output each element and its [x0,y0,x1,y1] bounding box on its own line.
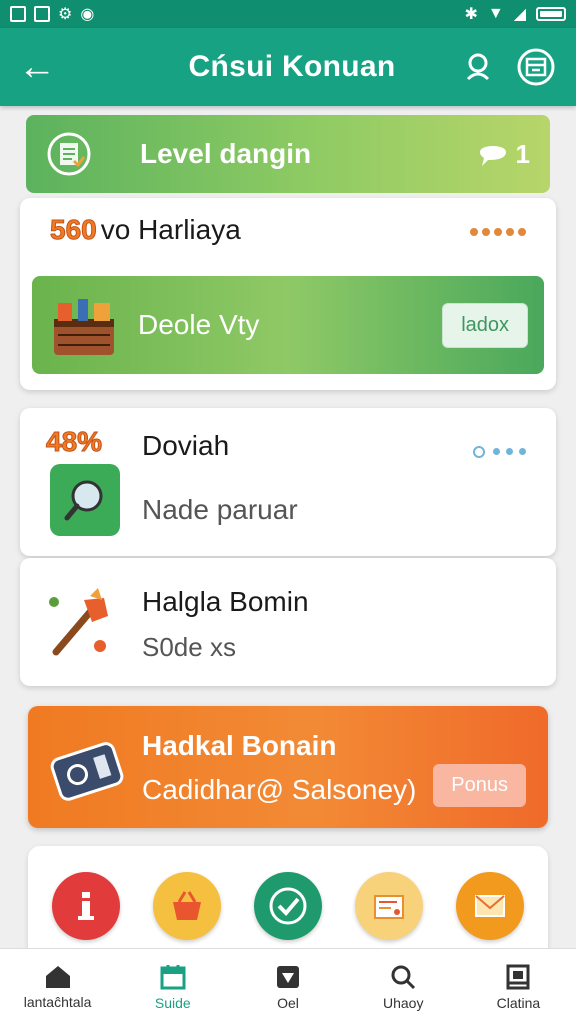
banner-title: Level dangin [140,138,312,169]
card-title: vo Harliaya [100,214,241,245]
nav-item-home[interactable]: lantaĉhtala [0,949,115,1025]
status-bar: ⚙ ◉ ✱ ▼ ◢ [0,0,576,28]
home-icon [45,966,70,988]
percent-tag: 48% [45,426,103,458]
card-subtitle: S0de xs [142,632,236,662]
bonus-promo-card[interactable]: Hadkal Bonain Cadidhar@ Salsoney) Ponus [28,706,548,828]
magnifier-tile [50,464,120,536]
page-title: Cńsui Konuan [188,50,396,83]
card-subtitle: Nade рaruar [142,494,298,525]
signal-icon: ◢ [513,6,526,23]
chat-bubble-icon [479,146,506,166]
torch-icon [49,588,108,656]
gallery-icon [10,6,26,22]
search-button[interactable] [456,45,500,89]
archive-icon [517,48,555,86]
app-bar: ← Cńsui Konuan [0,28,576,106]
nav-item-search[interactable]: Uhaoy [346,949,461,1025]
promo-title: Hadkal Bonain [142,730,337,761]
card-title: Halgla Bomin [142,586,309,617]
feature-card[interactable]: 560 vo Harliaya Deole Vty ladox [20,198,556,390]
nav-label: lantaĉhtala [23,994,92,1010]
card-body: Deole Vty ladox [32,276,544,374]
bottom-nav: lantaĉhtala Suide Oel Uhaoy Clatina [0,948,576,1025]
sync-icon: ◉ [80,6,95,23]
bonus-button[interactable]: Ponus [433,764,526,807]
magnifier-icon [64,480,103,521]
info-icon [78,892,95,920]
settings-icon: ⚙ [58,6,73,23]
ticket-icon [373,895,404,919]
nav-item-badge[interactable]: Oel [230,949,345,1025]
badge-icon [277,966,299,988]
card-action-button[interactable]: ladox [442,302,528,348]
notification-icon [34,6,50,22]
nav-label: Suide [154,995,191,1011]
mail-button[interactable] [455,872,524,940]
mail-icon [474,895,505,917]
body-label: Deole Vty [138,309,260,340]
basket-icon [173,891,202,920]
nav-label: Uhaoy [382,995,424,1011]
nav-label: Oel [277,995,299,1011]
search-icon [391,965,416,990]
item-card[interactable]: Halgla Bomin S0de xs [20,558,556,686]
profile-card-icon [506,964,530,990]
more-dots-icon[interactable] [470,228,526,236]
wifi-icon: ▼ [487,5,504,22]
calendar-icon [160,965,186,990]
back-arrow-icon[interactable]: ← [18,48,62,86]
progress-card[interactable]: 48% Doviah Nade рaruar [20,408,556,556]
score-tag: 560 [50,214,98,246]
battery-icon [536,7,566,21]
confirm-button[interactable] [253,872,322,940]
info-button[interactable] [52,872,121,940]
bluetooth-icon: ✱ [464,6,478,23]
promo-subtitle: Cadidhar@ Salsoney) [142,774,417,805]
battery-device-icon [50,742,124,801]
checkmark-icon [269,887,307,925]
menu-button[interactable] [514,45,558,89]
search-icon [466,53,490,81]
badge-count: 1 [515,138,530,169]
message-badge[interactable]: 1 [476,138,530,170]
cloud-icon [473,446,485,458]
checklist-icon [47,132,91,176]
level-banner[interactable]: Level dangin 1 [26,115,550,193]
nav-item-schedule[interactable]: Suide [115,949,230,1025]
nav-label: Clatina [496,995,541,1011]
more-dots-icon[interactable] [471,444,526,458]
ticket-button[interactable] [354,872,423,940]
treasure-chest-icon [54,299,114,355]
card-title: Doviah [142,430,230,461]
nav-item-profile[interactable]: Clatina [461,949,576,1025]
basket-button[interactable] [153,872,222,940]
